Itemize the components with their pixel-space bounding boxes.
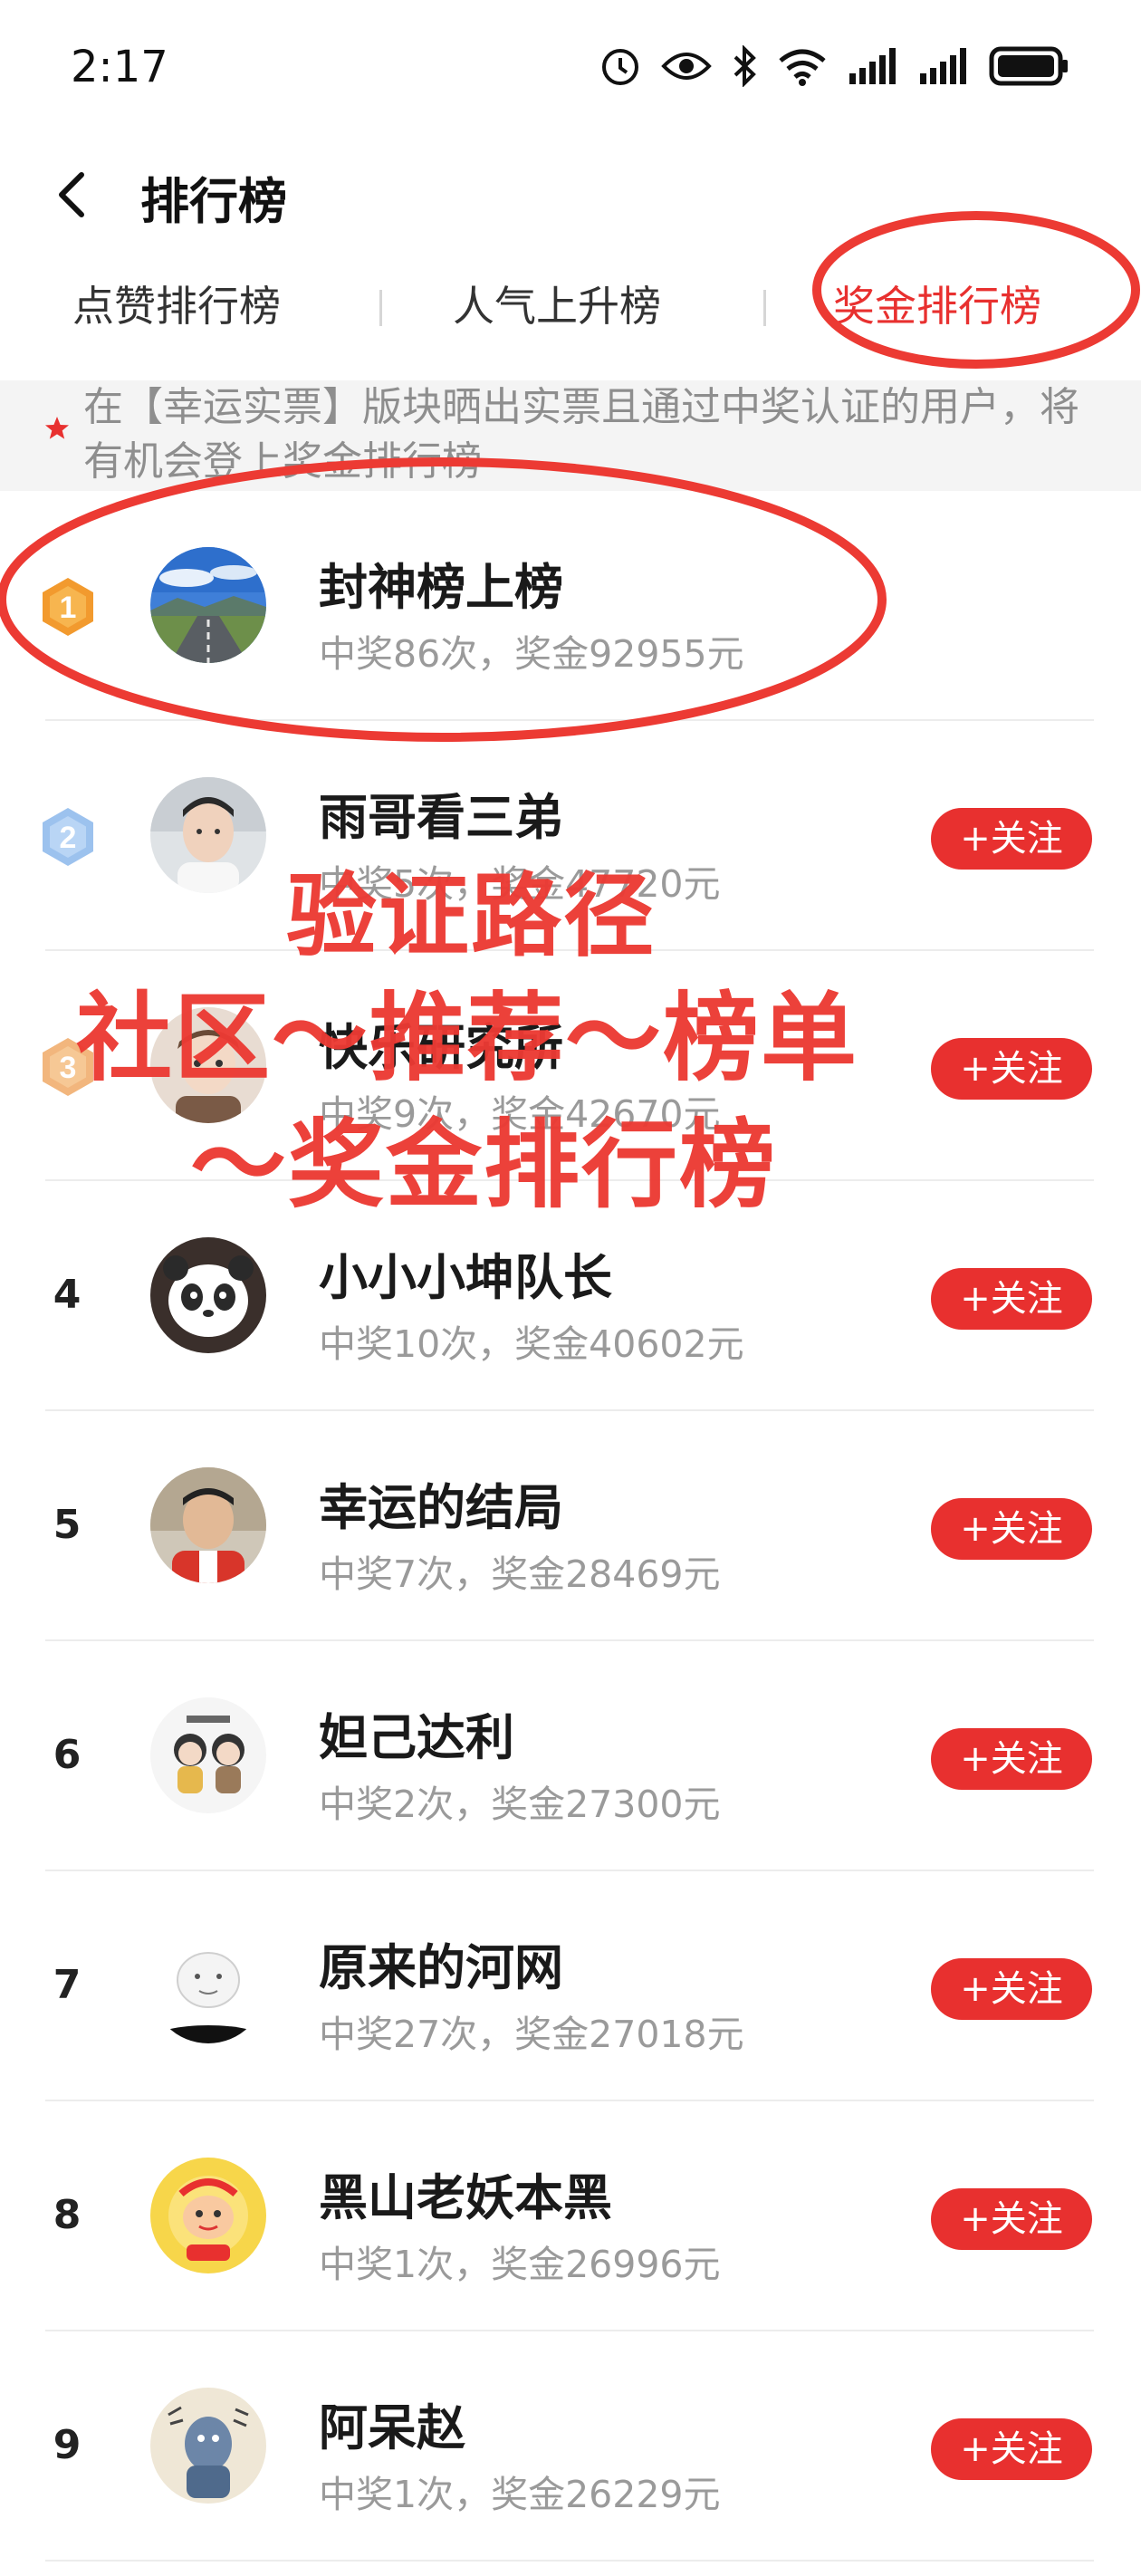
tab-likes-ranking[interactable]: 点赞排行榜 <box>72 274 281 333</box>
avatar[interactable] <box>150 777 266 893</box>
user-name: 阿呆赵 <box>319 2399 465 2456</box>
user-stats: 中奖1次，奖金26996元 <box>319 2243 721 2286</box>
avatar[interactable] <box>150 2388 266 2504</box>
user-name: 幸运的结局 <box>319 1479 563 1536</box>
avatar[interactable] <box>150 1467 266 1583</box>
row-divider <box>45 2560 1094 2562</box>
rank-badge-number: 3 <box>60 1051 77 1085</box>
user-name: 妲己达利 <box>319 1709 514 1766</box>
follow-button[interactable]: +关注 <box>931 1728 1092 1790</box>
battery-icon <box>989 46 1068 86</box>
rank-number: 7 <box>53 1962 82 2008</box>
avatar[interactable] <box>150 2158 266 2273</box>
eye-icon <box>661 53 712 80</box>
avatar[interactable] <box>150 547 266 663</box>
bluetooth-icon <box>734 45 756 87</box>
avatar[interactable] <box>150 1237 266 1353</box>
tab-divider <box>379 290 382 326</box>
user-stats: 中奖1次，奖金26229元 <box>319 2473 721 2516</box>
rank-row[interactable]: 4 小小小坤队长 中奖10次，奖金40602元 +关注 <box>0 1181 1141 1411</box>
rank-number: 8 <box>53 2192 82 2238</box>
signal-icon <box>920 48 966 84</box>
user-stats: 中奖10次，奖金40602元 <box>319 1322 744 1366</box>
wifi-icon <box>779 49 826 86</box>
page-title: 排行榜 <box>140 173 287 230</box>
rank-number: 5 <box>53 1502 82 1548</box>
tab-prize-ranking[interactable]: 奖金排行榜 <box>833 274 1041 333</box>
rank-row[interactable]: 6 妲己达利 中奖2次，奖金27300元 +关注 <box>0 1641 1141 1871</box>
avatar[interactable] <box>150 1697 266 1813</box>
avatar[interactable] <box>150 1927 266 2043</box>
user-name: 雨哥看三弟 <box>319 789 563 846</box>
rank-row[interactable]: 1 封神榜上榜 中奖86次，奖金92955元 <box>0 491 1141 721</box>
bronze-medal-icon: 3 <box>43 1038 93 1096</box>
user-name: 封神榜上榜 <box>319 559 563 616</box>
rank-row[interactable]: 3 快乐研究所 中奖9次，奖金42670元 +关注 <box>0 951 1141 1181</box>
follow-button[interactable]: +关注 <box>931 1958 1092 2020</box>
user-stats: 中奖86次，奖金92955元 <box>319 632 744 676</box>
user-stats: 中奖5次，奖金47720元 <box>319 862 721 906</box>
tab-bar: 点赞排行榜 人气上升榜 奖金排行榜 <box>0 254 1141 362</box>
user-name: 小小小坤队长 <box>319 1249 612 1306</box>
rank-row[interactable]: 8 黑山老妖本黑 中奖1次，奖金26996元 +关注 <box>0 2101 1141 2331</box>
follow-button[interactable]: +关注 <box>931 1498 1092 1560</box>
leaderboard-page: 2:17 排行榜 点赞排行榜 人气上升榜 奖金排行榜 在【幸运实票】版块晒出实票… <box>0 0 1141 2576</box>
rank-row[interactable]: 2 雨哥看三弟 中奖5次，奖金47720元 +关注 <box>0 721 1141 951</box>
status-time: 2:17 <box>71 42 168 92</box>
rank-badge-number: 1 <box>60 591 77 625</box>
rank-number: 9 <box>53 2422 82 2468</box>
follow-button[interactable]: +关注 <box>931 2188 1092 2250</box>
user-stats: 中奖9次，奖金42670元 <box>319 1092 721 1136</box>
status-bar: 2:17 <box>0 0 1141 136</box>
follow-button[interactable]: +关注 <box>931 2418 1092 2480</box>
back-arrow-icon <box>59 172 84 217</box>
alarm-icon <box>602 49 638 85</box>
user-stats: 中奖27次，奖金27018元 <box>319 2013 744 2056</box>
rank-number: 6 <box>53 1732 82 1778</box>
follow-button[interactable]: +关注 <box>931 1038 1092 1100</box>
app-header: 排行榜 <box>0 136 1141 254</box>
user-stats: 中奖7次，奖金28469元 <box>319 1552 721 1596</box>
avatar[interactable] <box>150 1007 266 1123</box>
gold-medal-icon: 1 <box>43 578 93 636</box>
notice-text: 在【幸运实票】版块晒出实票且通过中奖认证的用户，将有机会登上奖金排行榜 <box>83 384 1079 485</box>
follow-button[interactable]: +关注 <box>931 1268 1092 1330</box>
rank-row[interactable]: 7 原来的河网 中奖27次，奖金27018元 +关注 <box>0 1871 1141 2101</box>
user-name: 快乐研究所 <box>319 1019 563 1076</box>
follow-button[interactable]: +关注 <box>931 808 1092 870</box>
user-name: 原来的河网 <box>319 1939 563 1996</box>
rank-row[interactable]: 9 阿呆赵 中奖1次，奖金26229元 +关注 <box>0 2331 1141 2562</box>
user-name: 黑山老妖本黑 <box>319 2169 612 2226</box>
rank-badge-number: 2 <box>60 821 77 855</box>
star-icon <box>45 417 69 439</box>
notice-banner: 在【幸运实票】版块晒出实票且通过中奖认证的用户，将有机会登上奖金排行榜 <box>0 380 1141 491</box>
tab-divider <box>763 290 766 326</box>
rank-row[interactable]: 5 幸运的结局 中奖7次，奖金28469元 +关注 <box>0 1411 1141 1641</box>
back-button[interactable] <box>45 163 100 226</box>
user-stats: 中奖2次，奖金27300元 <box>319 1783 721 1826</box>
silver-medal-icon: 2 <box>43 808 93 866</box>
signal-icon <box>849 48 896 84</box>
rank-number: 4 <box>53 1272 82 1318</box>
status-icons <box>599 45 1070 87</box>
tab-popularity-rising[interactable]: 人气上升榜 <box>453 274 661 333</box>
